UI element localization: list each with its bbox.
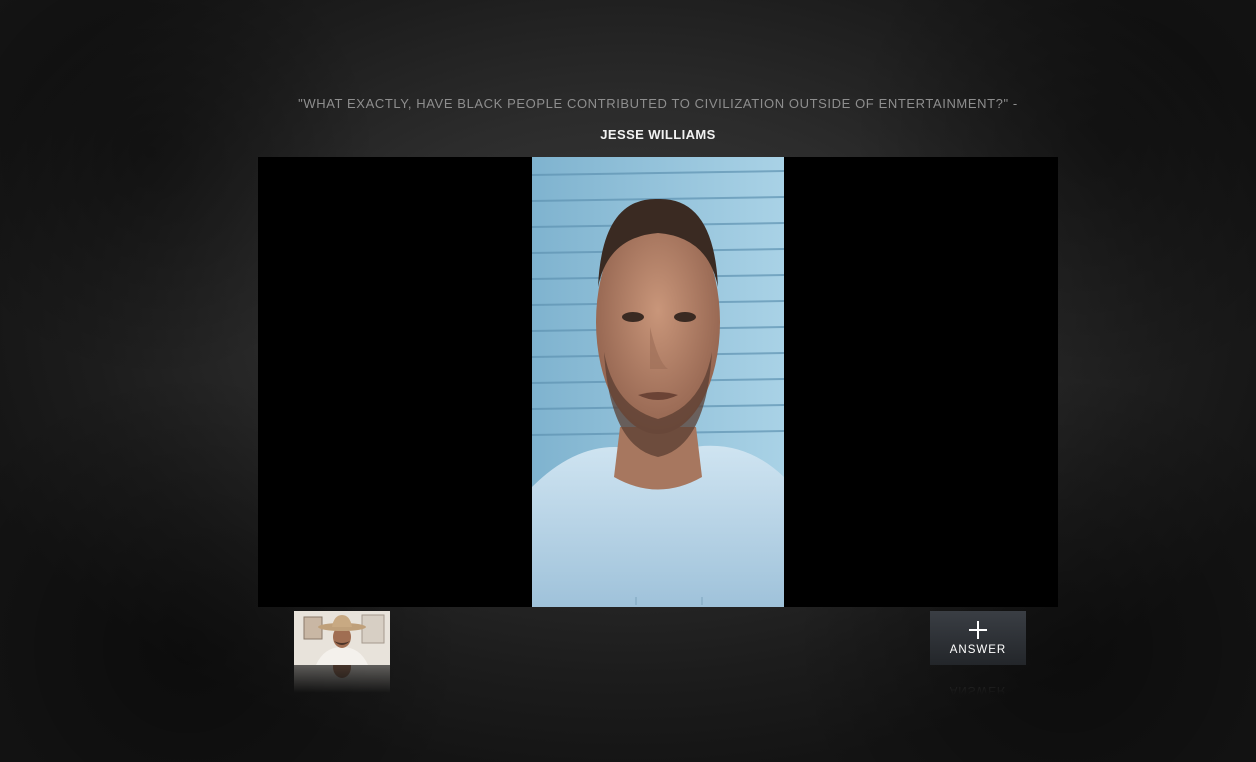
question-author: JESSE WILLIAMS xyxy=(600,127,716,142)
answer-reflection-label: ANSWER xyxy=(949,684,1007,696)
answer-button[interactable]: ANSWER xyxy=(930,611,1026,665)
answer-button-label: ANSWER xyxy=(949,644,1007,656)
thumbnail-reflection-image xyxy=(294,665,390,693)
answer-button-reflection: ANSWER xyxy=(930,665,1026,696)
video-frame[interactable] xyxy=(532,157,784,607)
video-player[interactable] xyxy=(258,157,1058,607)
plus-icon xyxy=(969,621,987,639)
question-text: "WHAT EXACTLY, HAVE BLACK PEOPLE CONTRIB… xyxy=(298,96,1018,111)
thumbnail-reflection xyxy=(294,665,390,693)
video-still xyxy=(532,157,784,607)
video-thumbnail[interactable] xyxy=(294,611,390,665)
thumbnail-image xyxy=(294,611,390,665)
